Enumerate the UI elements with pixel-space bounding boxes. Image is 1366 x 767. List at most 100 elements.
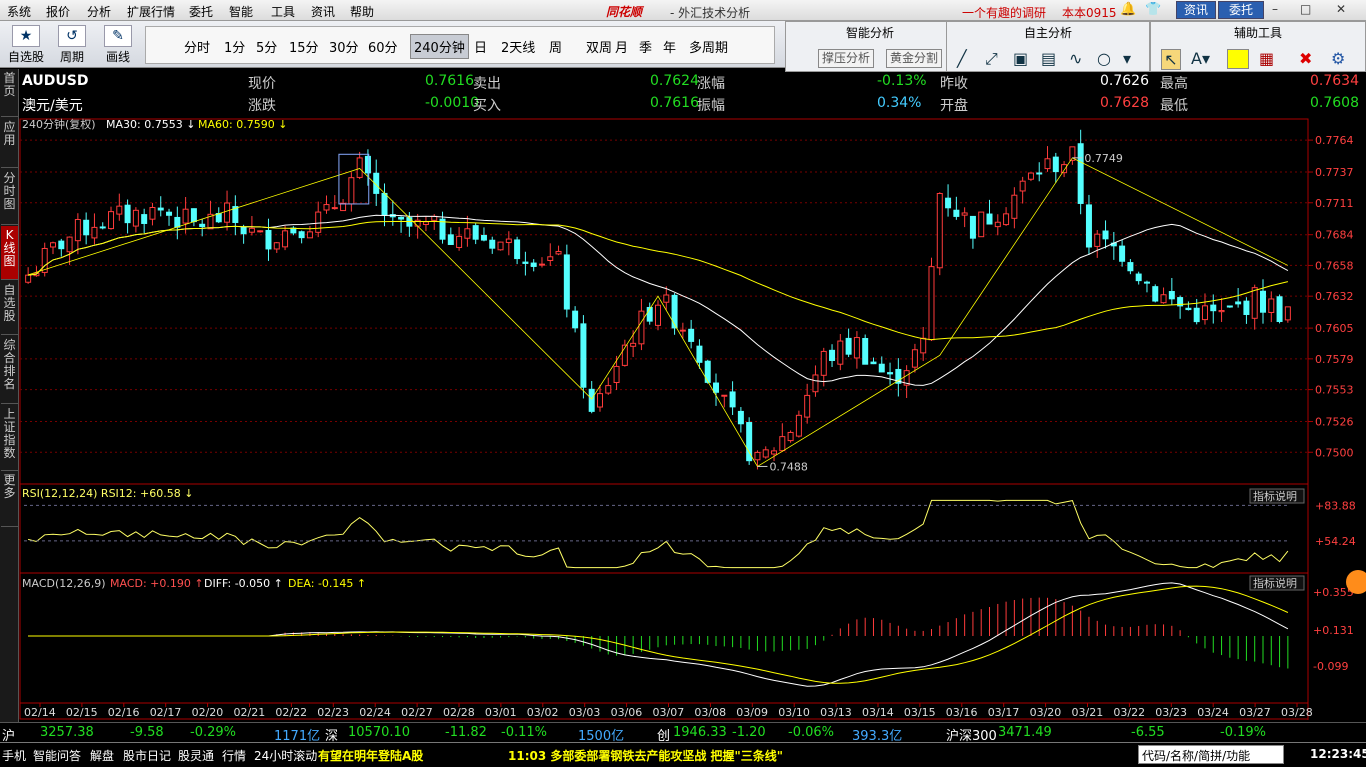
candle-body (174, 216, 181, 228)
y-tick-label: 0.7526 (1315, 416, 1354, 429)
candle-body (1193, 307, 1200, 323)
candle-body (1152, 286, 1159, 302)
dea-value: DEA: -0.145 ↑ (288, 577, 366, 590)
candle-body (306, 231, 313, 239)
candle-body (1077, 143, 1084, 204)
ticker-value: -0.19% (1220, 725, 1266, 740)
candle-body (132, 209, 139, 227)
status-item[interactable]: 智能问答 (33, 747, 81, 764)
candle-body (157, 207, 164, 211)
candle-body (323, 204, 330, 211)
candle-body (166, 211, 173, 216)
ticker-value: -1.20 (732, 725, 766, 740)
candle-body (945, 197, 952, 209)
ticker-value: 3257.38 (40, 725, 94, 740)
candle-body (580, 323, 587, 388)
candle-body (315, 211, 322, 233)
status-item[interactable]: 24小时滚动 (254, 747, 317, 764)
candle-body (779, 436, 786, 452)
annotation-label: 0.7749 (1084, 152, 1123, 165)
candle-body (248, 227, 255, 233)
ma-legend: MA60: 0.7590 ↓ (198, 118, 287, 131)
news-headline-2[interactable]: 11:03 多部委部署钢铁去产能攻坚战 把握"三条线" (508, 747, 783, 764)
candle-body (696, 345, 703, 363)
candle-body (364, 155, 371, 174)
candle-body (1160, 294, 1167, 304)
ticker-value: 10570.10 (348, 725, 411, 740)
candle-body (704, 360, 711, 383)
candle-body (215, 213, 222, 223)
candle-body (464, 228, 471, 239)
x-tick-label: 03/16 (946, 706, 978, 719)
candle-body (1061, 164, 1068, 174)
x-tick-label: 03/13 (820, 706, 852, 719)
candle-body (514, 239, 521, 260)
candle-body (398, 216, 405, 220)
x-tick-label: 03/10 (778, 706, 810, 719)
candle-body (1036, 172, 1043, 175)
candle-body (596, 393, 603, 408)
candle-body (613, 365, 620, 384)
x-tick-label: 03/09 (736, 706, 768, 719)
x-tick-label: 03/14 (862, 706, 894, 719)
candle-body (190, 208, 197, 223)
candle-body (331, 207, 338, 210)
x-tick-label: 02/22 (275, 706, 307, 719)
candle-body (978, 211, 985, 238)
macd-legend: MACD(12,26,9) (22, 577, 106, 590)
candle-body (862, 338, 869, 365)
status-item[interactable]: 股市日记 (123, 747, 171, 764)
ticker-value: 1946.33 (673, 725, 727, 740)
candle-body (282, 230, 289, 248)
candle-body (663, 294, 670, 303)
candle-body (1027, 172, 1034, 180)
candle-body (91, 226, 98, 239)
candle-body (953, 209, 960, 217)
y-tick-label: 0.7500 (1315, 446, 1354, 459)
candle-body (787, 431, 794, 442)
x-tick-label: 03/01 (485, 706, 517, 719)
status-item[interactable]: 解盘 (90, 747, 114, 764)
candles (25, 129, 1291, 470)
candle-body (969, 215, 976, 239)
candle-body (630, 342, 637, 347)
x-tick-label: 03/06 (611, 706, 643, 719)
candle-body (1044, 158, 1051, 170)
candle-body (713, 382, 720, 393)
chart-area[interactable]: 240分钟(复权) MA30: 0.7553 ↓ MA60: 0.7590 ↓ 0.7… (0, 0, 1366, 722)
candle-body (911, 349, 918, 368)
candle-body (1243, 300, 1250, 315)
candle-body (149, 207, 156, 220)
y-tick-label: 0.7711 (1315, 197, 1354, 210)
y-tick-label: 0.7605 (1315, 322, 1354, 335)
candle-body (124, 204, 131, 224)
news-headline[interactable]: 有望在明年登陆A股 (318, 747, 423, 764)
x-tick-label: 03/02 (527, 706, 559, 719)
candle-body (638, 310, 645, 345)
code-search-input[interactable]: 代码/名称/简拼/功能 (1138, 745, 1284, 764)
candle-body (928, 266, 935, 341)
candle-body (1119, 245, 1126, 262)
candle-body (721, 394, 728, 397)
candle-body (853, 337, 860, 359)
candle-body (66, 236, 73, 253)
x-tick-label: 03/28 (1281, 706, 1313, 719)
y-tick-label: 0.7764 (1315, 134, 1354, 147)
status-item[interactable]: 行情 (222, 747, 246, 764)
y-tick-label: 0.7632 (1315, 290, 1354, 303)
diff-value: DIFF: -0.050 ↑ (204, 577, 283, 590)
x-tick-label: 02/28 (443, 706, 475, 719)
candle-body (224, 202, 231, 223)
candle-body (605, 385, 612, 394)
index-ticker: 沪 3257.38 -9.58 -0.29% 1171亿深 10570.10 -11.82-… (0, 722, 1366, 744)
candle-body (356, 157, 363, 178)
status-item[interactable]: 手机 (2, 747, 26, 764)
x-tick-label: 02/27 (401, 706, 433, 719)
candle-body (804, 394, 811, 418)
status-item[interactable]: 股灵通 (178, 747, 214, 764)
candle-body (1235, 301, 1242, 305)
candle-body (986, 213, 993, 225)
candle-body (182, 208, 189, 224)
candle-body (1168, 291, 1175, 300)
candle-body (422, 221, 429, 225)
